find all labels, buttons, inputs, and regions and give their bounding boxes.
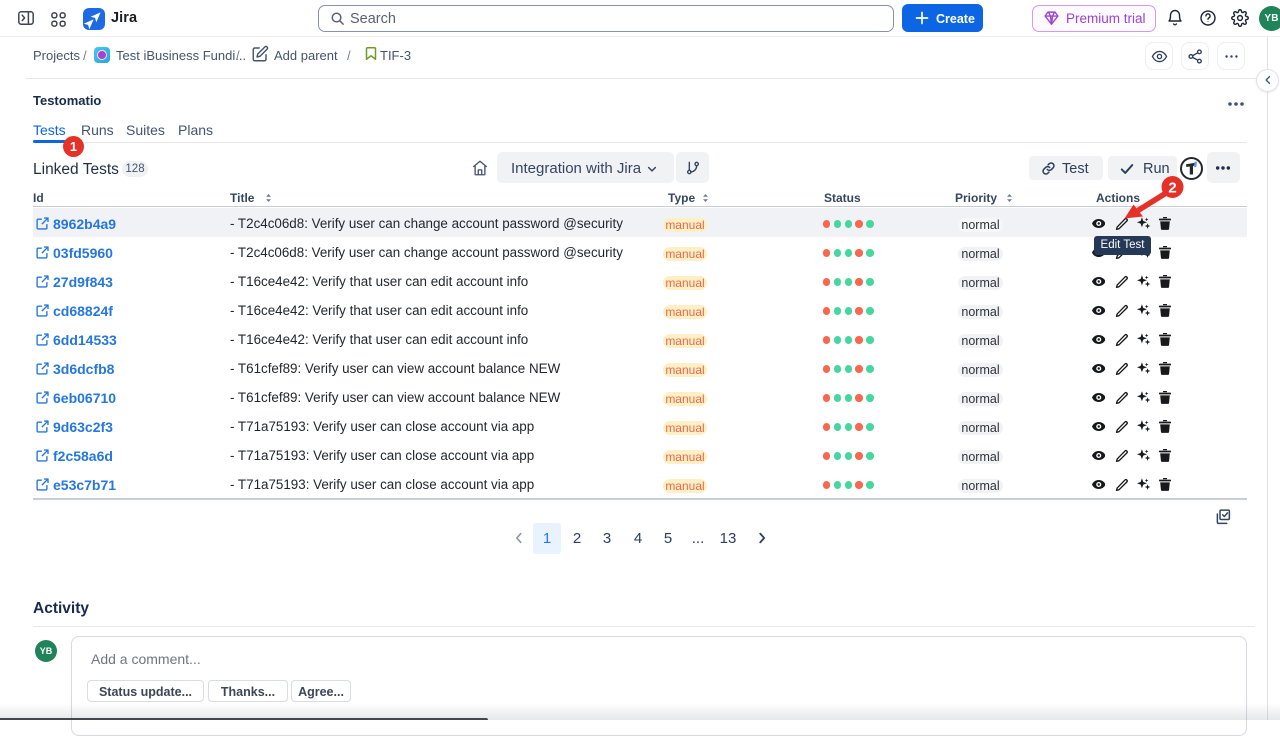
svg-text:2: 2 — [1168, 179, 1176, 196]
